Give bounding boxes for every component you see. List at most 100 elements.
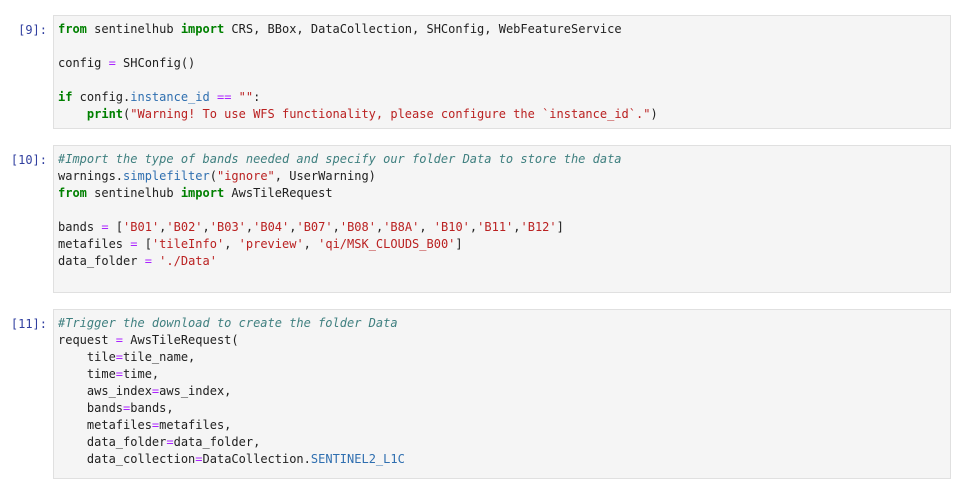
code-token: "Warning! To use WFS functionality, plea…: [130, 107, 651, 121]
code-token: SENTINEL2_L1C: [310, 452, 405, 466]
code-line: from sentinelhub import CRS, BBox, DataC…: [58, 21, 946, 38]
code-token: from: [58, 186, 87, 200]
code-token: AwsTileRequest(: [123, 333, 239, 347]
code-token: "": [238, 90, 254, 104]
code-token: =: [166, 435, 174, 449]
code-token: ): [650, 107, 658, 121]
code-token: ,: [224, 237, 239, 251]
code-token: (: [209, 169, 217, 183]
code-token: ,: [303, 237, 319, 251]
code-line: aws_index=aws_index,: [58, 383, 946, 400]
code-token: import: [180, 22, 225, 36]
code-token: [: [108, 220, 124, 234]
code-token: ]: [556, 220, 564, 234]
code-token: , UserWarning): [274, 169, 376, 183]
code-token: 'B02': [166, 220, 203, 234]
code-token: aws_index: [58, 384, 152, 398]
code-token: bands,: [130, 401, 174, 415]
code-token: ,: [332, 220, 340, 234]
code-token: #Import the type of bands needed and spe…: [58, 152, 622, 166]
code-token: instance_id: [130, 90, 210, 104]
code-token: config.: [72, 90, 131, 104]
code-line: #Import the type of bands needed and spe…: [58, 151, 946, 168]
code-token: metafiles: [58, 418, 152, 432]
code-token: AwsTileRequest: [224, 186, 333, 200]
execution-count: [9]:: [18, 23, 47, 37]
code-token: metafiles,: [159, 418, 232, 432]
code-token: 'tileInfo': [151, 237, 225, 251]
code-token: import: [180, 186, 225, 200]
code-line: tile=tile_name,: [58, 349, 946, 366]
code-token: from: [58, 22, 87, 36]
code-token: warnings.: [58, 169, 124, 183]
code-token: =: [108, 56, 116, 70]
notebook-cell-10[interactable]: [10]: #Import the type of bands needed a…: [0, 145, 963, 295]
code-line: data_folder=data_folder,: [58, 434, 946, 451]
code-token: ,: [513, 220, 521, 234]
code-line: metafiles=metafiles,: [58, 417, 946, 434]
code-token: sentinelhub: [86, 22, 181, 36]
code-token: if: [58, 90, 73, 104]
notebook-cell-9[interactable]: [9]: from sentinelhub import CRS, BBox, …: [0, 15, 963, 130]
code-input[interactable]: from sentinelhub import CRS, BBox, DataC…: [53, 15, 951, 129]
code-token: ,: [419, 220, 434, 234]
notebook-cell-11[interactable]: [11]: #Trigger the download to create th…: [0, 309, 963, 479]
code-token: time,: [123, 367, 160, 381]
code-token: tile: [58, 350, 116, 364]
code-token: 'B07': [296, 220, 333, 234]
code-token: 'B03': [209, 220, 246, 234]
code-token: './Data': [159, 254, 217, 268]
code-input[interactable]: #Trigger the download to create the fold…: [53, 309, 951, 479]
code-token: 'B01': [123, 220, 160, 234]
code-token: bands: [58, 401, 124, 415]
code-line: from sentinelhub import AwsTileRequest: [58, 185, 946, 202]
code-line: time=time,: [58, 366, 946, 383]
code-token: 'B8A': [383, 220, 420, 234]
code-token: aws_index,: [159, 384, 232, 398]
code-token: 'B10': [433, 220, 470, 234]
code-block[interactable]: #Import the type of bands needed and spe…: [58, 151, 946, 287]
code-token: data_folder: [58, 435, 167, 449]
code-token: DataCollection.: [202, 452, 311, 466]
code-token: ,: [202, 220, 210, 234]
code-token: bands: [58, 220, 102, 234]
code-token: print: [86, 107, 124, 121]
code-token: tile_name,: [123, 350, 196, 364]
code-block[interactable]: #Trigger the download to create the fold…: [58, 315, 946, 468]
code-token: data_collection: [58, 452, 196, 466]
code-token: request: [58, 333, 116, 347]
code-token: ]: [455, 237, 463, 251]
code-token: 'B11': [477, 220, 514, 234]
code-token: =: [115, 333, 124, 347]
code-token: 'qi/MSK_CLOUDS_B00': [318, 237, 456, 251]
code-token: time: [58, 367, 116, 381]
code-line: print("Warning! To use WFS functionality…: [58, 106, 946, 123]
code-line: metafiles = ['tileInfo', 'preview', 'qi/…: [58, 236, 946, 253]
code-input[interactable]: #Import the type of bands needed and spe…: [53, 145, 951, 293]
code-line: bands = ['B01','B02','B03','B04','B07','…: [58, 219, 946, 236]
code-token: 'B12': [520, 220, 557, 234]
code-token: config: [58, 56, 109, 70]
code-token: 'B08': [339, 220, 376, 234]
code-line: request = AwsTileRequest(: [58, 332, 946, 349]
code-line: data_folder = './Data': [58, 253, 946, 270]
code-token: =: [115, 367, 124, 381]
code-token: "ignore": [216, 169, 275, 183]
code-token: CRS, BBox, DataCollection, SHConfig, Web…: [224, 22, 622, 36]
code-token: =: [115, 350, 124, 364]
code-token: sentinelhub: [86, 186, 181, 200]
code-line: #Trigger the download to create the fold…: [58, 315, 946, 332]
execution-count: [10]:: [10, 153, 47, 167]
code-token: :: [253, 90, 261, 104]
code-token: 'preview': [238, 237, 304, 251]
code-line: warnings.simplefilter("ignore", UserWarn…: [58, 168, 946, 185]
code-token: metafiles: [58, 237, 131, 251]
code-block[interactable]: from sentinelhub import CRS, BBox, DataC…: [58, 21, 946, 123]
code-token: =: [195, 452, 203, 466]
code-token: =: [101, 220, 109, 234]
code-token: ==: [216, 90, 232, 104]
code-token: data_folder,: [173, 435, 261, 449]
